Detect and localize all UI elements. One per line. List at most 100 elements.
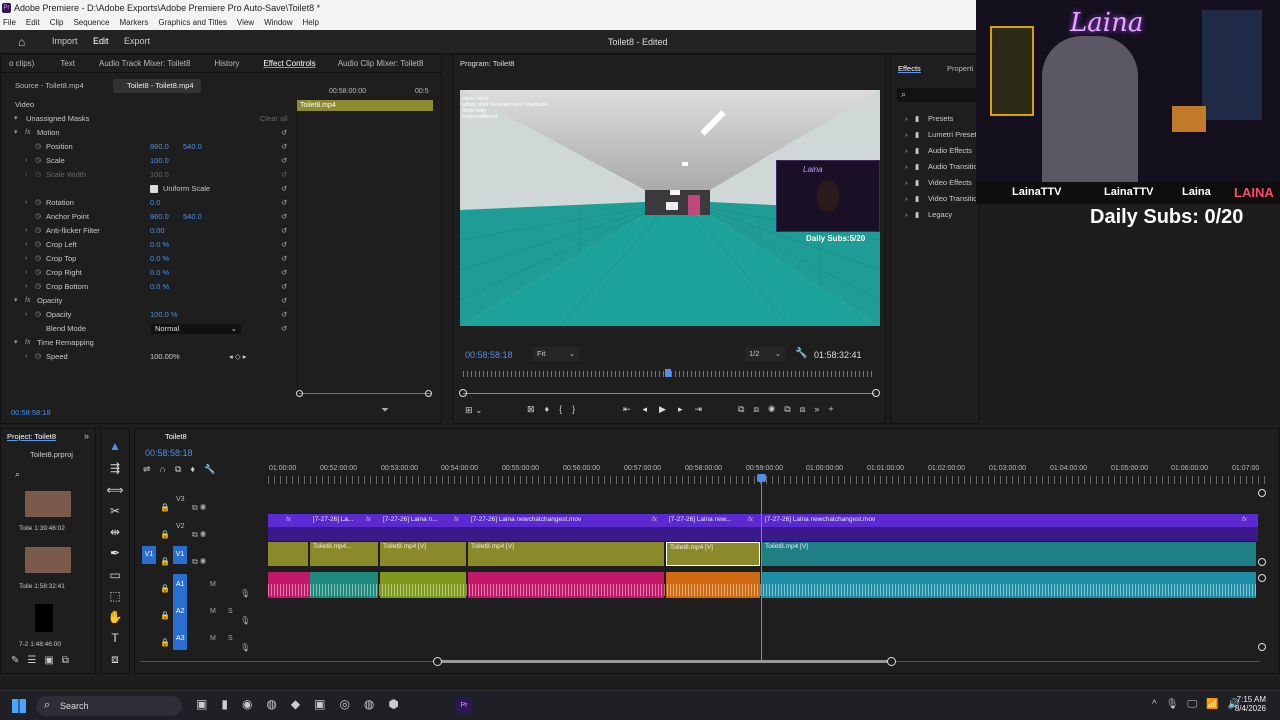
chevron-right-icon[interactable]: › (25, 280, 27, 294)
reset-icon[interactable]: ↺ (281, 252, 287, 266)
chevron-right-icon[interactable]: › (25, 224, 27, 238)
fx-icon[interactable]: fx (25, 126, 30, 140)
v1-clip[interactable]: Toilet8.mp4 [V] (380, 542, 466, 566)
chevron-down-icon[interactable]: ▾ (14, 336, 18, 350)
v1-clip[interactable] (268, 542, 308, 566)
menu-graphics[interactable]: Graphics and Titles (158, 16, 226, 30)
slip-tool-icon[interactable]: ⇹ (106, 523, 124, 541)
thumbnail-2[interactable] (25, 547, 71, 573)
tab-text[interactable]: Text (54, 55, 81, 72)
taskbar-search[interactable]: ⌕ Search (36, 696, 182, 716)
pen-tool-icon[interactable]: ✒ (106, 544, 124, 562)
timeline-timecode[interactable]: 00:58:58:18 (145, 448, 193, 458)
tab-clips[interactable]: o clips) (3, 55, 40, 72)
speed-value[interactable]: 100.00% (150, 350, 180, 364)
fx-icon[interactable]: fx (25, 336, 30, 350)
project-view-controls[interactable]: ✎☰▣⧉ (11, 655, 77, 666)
timeline-playhead[interactable] (761, 476, 762, 662)
v2-clip[interactable]: [7-27-26] Laina newchatchangest.mov (762, 514, 1256, 526)
reset-icon[interactable]: ↺ (281, 126, 287, 140)
scroll-handle-right[interactable] (872, 389, 880, 397)
menu-markers[interactable]: Markers (120, 16, 149, 30)
reset-icon[interactable]: ↺ (281, 182, 287, 196)
vscroll-a-top[interactable] (1258, 574, 1266, 582)
track-lock-icons[interactable]: 🔒 🔒 🔒 🔒 🔒 🔒 (160, 494, 170, 656)
marker-controls[interactable]: ⊠♦{} (527, 404, 585, 415)
wrench-icon[interactable]: 🔧 (795, 348, 807, 359)
crop-right-value[interactable]: 0.0 % (150, 266, 169, 280)
effects-search-input[interactable]: ⌕ (897, 88, 979, 102)
track-sync-icons[interactable]: ⧉ ◉ ⧉ ◉ ⧉ ◉ (192, 494, 206, 575)
fx-icon[interactable]: fx (25, 294, 30, 308)
scroll-handle-left[interactable] (459, 389, 467, 397)
stopwatch-icon[interactable]: ◷ (35, 238, 41, 252)
export-frame-controls[interactable]: ⧉⧈◉⧉⧈»+ (738, 404, 843, 415)
stopwatch-icon[interactable]: ◷ (35, 266, 41, 280)
a3-mute[interactable]: M (210, 635, 216, 642)
chevron-right-icon[interactable]: › (25, 238, 27, 252)
reset-icon[interactable]: ↺ (281, 210, 287, 224)
playhead-marker[interactable] (665, 369, 671, 377)
program-tab[interactable]: Program: Toilet8 (460, 59, 514, 68)
workspace-export-tab[interactable]: Export (124, 36, 150, 46)
vscroll-v-bottom[interactable] (1258, 558, 1266, 566)
active-clip-tab[interactable]: Toilet8 - Toilet8.mp4 (113, 79, 201, 93)
rotation-value[interactable]: 0.0 (150, 196, 160, 210)
stopwatch-icon[interactable]: ◷ (35, 280, 41, 294)
fit-dropdown[interactable]: Fit ⌄ (533, 347, 579, 361)
crop-top-value[interactable]: 0.0 % (150, 252, 169, 266)
a1-mute[interactable]: M (210, 581, 216, 588)
scale-value[interactable]: 100.0 (150, 154, 169, 168)
zoom-handle-right[interactable] (425, 390, 432, 397)
search-icon[interactable]: ⌕ (15, 469, 20, 480)
menu-file[interactable]: File (3, 16, 16, 30)
mini-clip[interactable]: Toilet8.mp4 (297, 100, 433, 111)
thumbnail-1[interactable] (25, 491, 71, 517)
razor-tool-icon[interactable]: ✂ (106, 502, 124, 520)
reset-icon[interactable]: ↺ (281, 308, 287, 322)
transport-controls[interactable]: ⇤◂▶▸⇥ (623, 404, 714, 415)
reset-icon[interactable]: ↺ (281, 280, 287, 294)
anchor-x-value[interactable]: 960.0 (150, 210, 169, 224)
resolution-dropdown[interactable]: 1/2 ⌄ (745, 347, 785, 361)
v1-clip-selected[interactable]: Toilet8.mp4 [V] (666, 542, 760, 566)
clear-all-button[interactable]: Clear all (260, 112, 288, 126)
chevron-right-icon[interactable]: › (25, 252, 27, 266)
menu-edit[interactable]: Edit (26, 16, 40, 30)
premiere-taskbar-icon[interactable]: Pr (456, 698, 472, 714)
effects-tab[interactable]: Effects (898, 64, 921, 73)
menu-clip[interactable]: Clip (50, 16, 64, 30)
timeline-zoom-right[interactable] (887, 657, 896, 666)
chevron-down-icon[interactable]: ▾ (14, 112, 18, 126)
reset-icon[interactable]: ↺ (281, 224, 287, 238)
antiflicker-value[interactable]: 0.00 (150, 224, 165, 238)
safe-margin-icon[interactable]: ⊞ ⌄ (465, 405, 483, 416)
v2-clip[interactable]: [7-27-26] Laina new... (666, 514, 760, 526)
tab-effect-controls[interactable]: Effect Controls (257, 55, 321, 72)
ripple-edit-tool-icon[interactable]: ⟺ (106, 481, 124, 499)
a2-mute[interactable]: M (210, 608, 216, 615)
v1-clip[interactable]: Toilet8.mp4 [V] (468, 542, 664, 566)
project-item-3[interactable]: 7-2 1:48:46:00 (19, 641, 61, 648)
source-tab[interactable]: Source - Toilet8.mp4 (15, 81, 84, 90)
chevron-down-icon[interactable]: ▾ (14, 294, 18, 308)
type-tool-icon[interactable]: T (106, 629, 124, 647)
mic-icons[interactable]: 🎙 🎙 🎙 (240, 580, 250, 661)
track-select-tool-icon[interactable]: ⇶ (106, 459, 124, 477)
menu-help[interactable]: Help (303, 16, 319, 30)
a2-solo[interactable]: S (228, 608, 233, 615)
reset-icon[interactable]: ↺ (281, 238, 287, 252)
reset-icon[interactable]: ↺ (281, 322, 287, 336)
stopwatch-icon[interactable]: ◷ (35, 252, 41, 266)
tab-audio-clip-mixer[interactable]: Audio Clip Mixer: Toilet8 (332, 55, 430, 72)
stopwatch-icon[interactable]: ◷ (35, 224, 41, 238)
reset-icon[interactable]: ↺ (281, 154, 287, 168)
menu-window[interactable]: Window (264, 16, 292, 30)
position-x-value[interactable]: 960.0 (150, 140, 169, 154)
reset-icon[interactable]: ↺ (281, 196, 287, 210)
chevron-right-icon[interactable]: › (25, 266, 27, 280)
stopwatch-icon[interactable]: ◷ (35, 210, 41, 224)
workspace-import-tab[interactable]: Import (52, 36, 78, 46)
stopwatch-icon[interactable]: ◷ (35, 350, 41, 364)
timeline-ruler[interactable] (268, 476, 1266, 484)
